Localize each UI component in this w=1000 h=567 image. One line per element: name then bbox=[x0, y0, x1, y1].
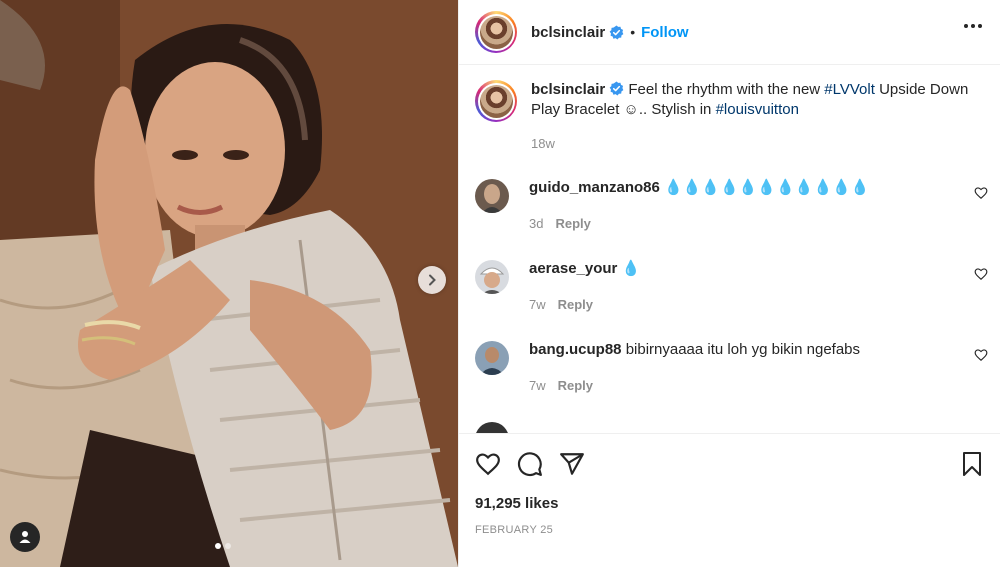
comment-item: guido_manzano86 💧💧💧💧💧💧💧💧💧💧💧 3d Reply bbox=[459, 178, 1000, 259]
header-separator: • bbox=[630, 24, 636, 40]
comment-time[interactable]: 7w bbox=[529, 378, 546, 393]
tagged-users-button[interactable] bbox=[10, 522, 40, 552]
story-ring-avatar[interactable] bbox=[475, 11, 517, 53]
bookmark-icon[interactable] bbox=[960, 451, 984, 477]
verified-badge-icon bbox=[609, 24, 624, 39]
comment-time[interactable]: 3d bbox=[529, 216, 543, 231]
carousel-indicator bbox=[215, 543, 231, 549]
comment-item: aerase_your 💧 7w Reply bbox=[459, 259, 1000, 340]
post-details-panel: bclsinclair • Follow bclsinclair Feel th… bbox=[458, 0, 1000, 567]
follow-button[interactable]: Follow bbox=[641, 24, 689, 41]
caption-username[interactable]: bclsinclair bbox=[531, 81, 605, 98]
verified-badge-icon bbox=[609, 81, 624, 96]
comment-username[interactable]: aerase_your bbox=[529, 260, 617, 277]
comment-item: bang.ucup88 bibirnyaaaa itu loh yg bikin… bbox=[459, 340, 1000, 421]
comment-time[interactable]: 7w bbox=[529, 297, 546, 312]
share-icon[interactable] bbox=[559, 451, 585, 477]
post-actions bbox=[475, 446, 984, 482]
heart-icon[interactable] bbox=[974, 348, 988, 362]
caption-avatar[interactable] bbox=[475, 80, 517, 122]
avatar bbox=[479, 84, 513, 118]
reply-button[interactable]: Reply bbox=[558, 378, 593, 393]
avatar[interactable] bbox=[475, 179, 509, 213]
carousel-dot bbox=[225, 543, 231, 549]
hashtag-link[interactable]: #LVVolt bbox=[824, 81, 875, 98]
header-username[interactable]: bclsinclair bbox=[531, 24, 605, 41]
comment-text: 💧💧💧💧💧💧💧💧💧💧💧 bbox=[664, 179, 870, 196]
comment-item-partial bbox=[459, 421, 1000, 433]
caption-text: Feel the rhythm with the new bbox=[624, 81, 825, 98]
heart-icon[interactable] bbox=[974, 267, 988, 281]
comment-icon[interactable] bbox=[517, 451, 543, 477]
heart-icon[interactable] bbox=[475, 451, 501, 477]
heart-icon[interactable] bbox=[974, 186, 988, 200]
reply-button[interactable]: Reply bbox=[558, 297, 593, 312]
reply-button[interactable]: Reply bbox=[555, 216, 590, 231]
avatar[interactable] bbox=[475, 422, 509, 433]
avatar[interactable] bbox=[475, 260, 509, 294]
likes-count[interactable]: 91,295 likes bbox=[475, 495, 558, 512]
carousel-dot-active bbox=[215, 543, 221, 549]
comments-section[interactable]: bclsinclair Feel the rhythm with the new… bbox=[459, 66, 1000, 434]
post-photo[interactable] bbox=[0, 0, 458, 567]
post-header: bclsinclair • Follow bbox=[459, 0, 1000, 65]
hashtag-link[interactable]: #louisvuitton bbox=[716, 101, 799, 118]
comment-text: 💧 bbox=[621, 260, 641, 277]
person-icon bbox=[19, 531, 31, 543]
chevron-right-icon bbox=[429, 274, 436, 286]
comment-username[interactable]: guido_manzano86 bbox=[529, 179, 660, 196]
portrait-image bbox=[0, 0, 458, 567]
next-photo-button[interactable] bbox=[418, 266, 446, 294]
more-options-icon[interactable] bbox=[964, 24, 982, 28]
avatar bbox=[479, 15, 513, 49]
caption-timestamp[interactable]: 18w bbox=[531, 134, 981, 154]
avatar[interactable] bbox=[475, 341, 509, 375]
post-caption: bclsinclair Feel the rhythm with the new… bbox=[459, 66, 1000, 154]
comment-text: bibirnyaaaa itu loh yg bikin ngefabs bbox=[625, 341, 861, 358]
comment-username[interactable]: bang.ucup88 bbox=[529, 341, 622, 358]
post-date[interactable]: FEBRUARY 25 bbox=[475, 524, 553, 536]
